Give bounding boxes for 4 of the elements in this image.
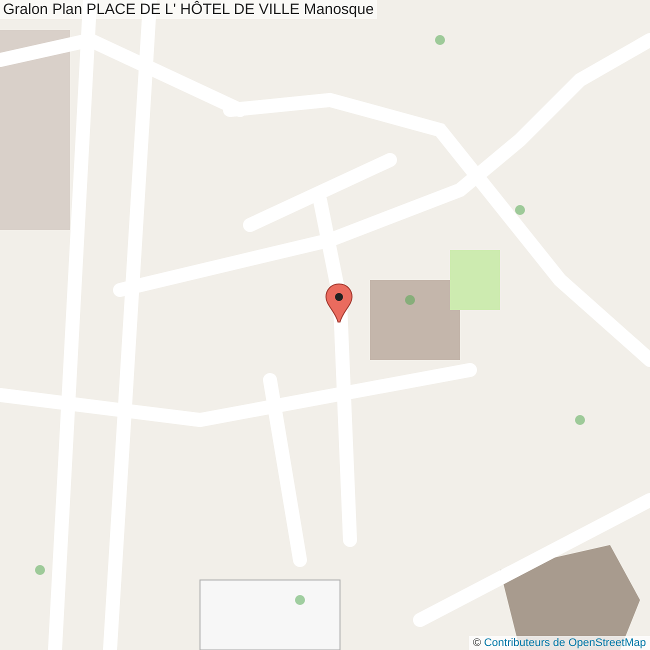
map-pin-icon	[325, 283, 353, 323]
map-title: Gralon Plan PLACE DE L' HÔTEL DE VILLE Manosque	[0, 0, 377, 19]
attribution-link[interactable]: Contributeurs de OpenStreetMap	[484, 637, 646, 649]
copyright-symbol: ©	[472, 637, 481, 649]
